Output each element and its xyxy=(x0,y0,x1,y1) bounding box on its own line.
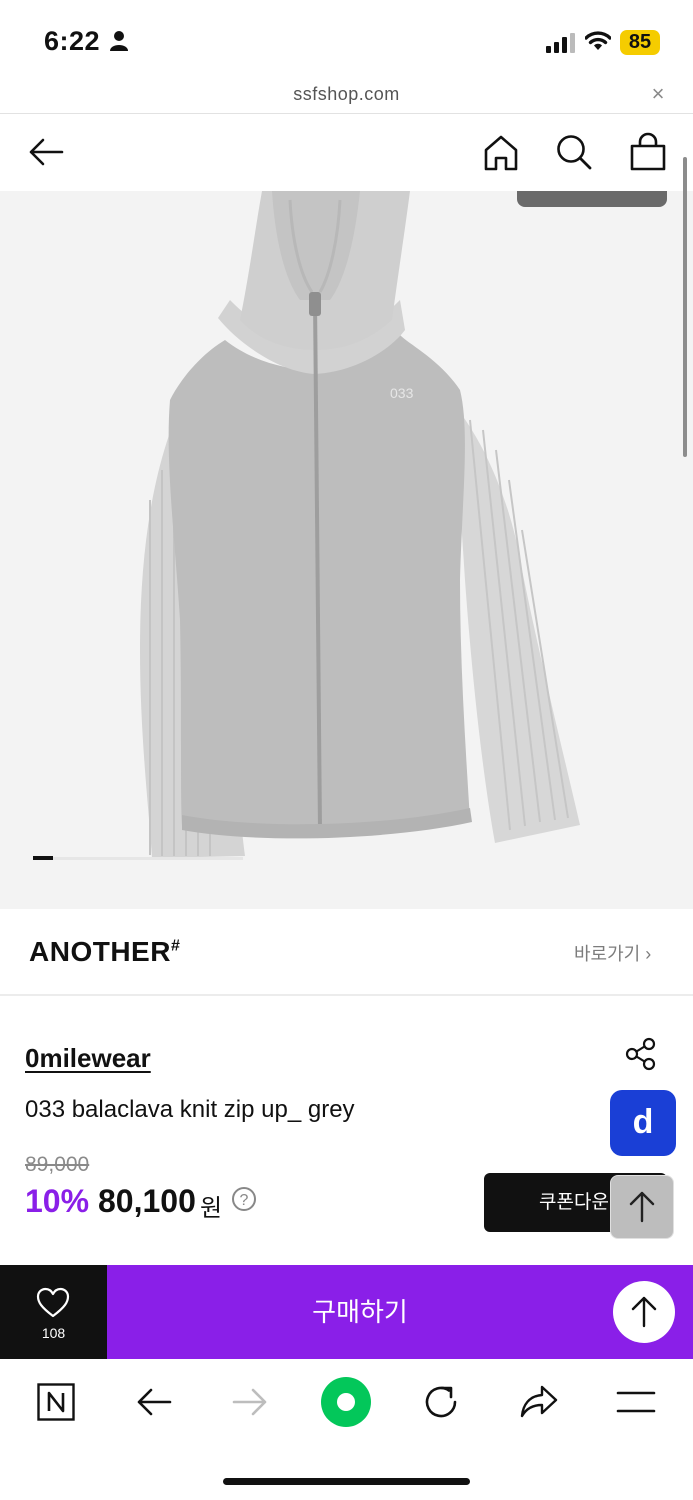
brand-logo[interactable]: ANOTHER# xyxy=(29,936,180,968)
back-icon[interactable] xyxy=(134,1383,174,1421)
brand-row[interactable]: ANOTHER# 바로가기 › xyxy=(0,909,693,996)
brand-go-link[interactable]: 바로가기 › xyxy=(574,940,651,966)
original-price: 89,000 xyxy=(25,1153,90,1176)
price-help-icon[interactable]: ? xyxy=(232,1187,256,1211)
browser-url-bar[interactable]: ssfshop.com × xyxy=(0,80,693,114)
sale-price: 80,100 xyxy=(98,1183,196,1219)
product-name: 033 balaclava knit zip up_ grey xyxy=(25,1096,355,1123)
back-arrow-icon[interactable] xyxy=(26,132,66,172)
naver-icon[interactable] xyxy=(37,1383,75,1421)
home-icon[interactable] xyxy=(481,133,521,173)
image-carousel-indicator xyxy=(33,857,243,860)
search-icon[interactable] xyxy=(554,133,594,173)
share-icon[interactable] xyxy=(623,1036,659,1072)
wifi-icon xyxy=(585,31,611,50)
embroidery-text: 033 xyxy=(390,385,414,401)
scroll-top-icon xyxy=(631,1296,657,1328)
menu-icon[interactable] xyxy=(615,1387,657,1417)
discount-rate: 10% xyxy=(25,1183,90,1219)
home-indicator xyxy=(223,1478,470,1485)
brand-logo-text: ANOTHER xyxy=(29,936,171,967)
brand-logo-mark: # xyxy=(170,937,181,955)
status-time: 6:22 xyxy=(44,26,101,56)
heart-icon xyxy=(36,1287,70,1318)
url-text[interactable]: ssfshop.com xyxy=(0,84,693,105)
share-arrow-icon[interactable] xyxy=(518,1383,560,1421)
image-carousel-indicator-active xyxy=(33,856,53,860)
scroll-top-small-button[interactable] xyxy=(610,1175,674,1239)
green-dot-icon[interactable] xyxy=(320,1376,372,1428)
d-badge-button[interactable]: d xyxy=(610,1090,676,1156)
close-icon[interactable]: × xyxy=(648,83,668,105)
currency-unit: 원 xyxy=(200,1195,223,1222)
signal-icon xyxy=(546,33,575,53)
reload-icon[interactable] xyxy=(422,1382,462,1422)
person-icon xyxy=(110,31,128,51)
forward-icon[interactable] xyxy=(230,1383,270,1421)
scroll-top-button[interactable] xyxy=(613,1281,675,1343)
grey-knit-zip-up-product-photo: 033 xyxy=(140,191,580,858)
buy-button[interactable]: 구매하기 xyxy=(107,1265,693,1359)
up-arrow-icon xyxy=(629,1191,655,1223)
wishlist-count: 108 xyxy=(41,1325,66,1341)
battery-icon: 85 xyxy=(620,30,660,55)
seller-name-link[interactable]: 0milewear xyxy=(25,1043,151,1074)
top-navigation xyxy=(0,114,693,191)
wishlist-button[interactable] xyxy=(0,1265,107,1359)
page-scrollbar[interactable] xyxy=(683,157,687,457)
product-image[interactable]: 033 xyxy=(0,191,693,909)
status-bar: 6:22 85 xyxy=(0,0,693,80)
image-overlay-tab[interactable] xyxy=(517,191,667,207)
shopping-bag-icon[interactable] xyxy=(628,132,668,172)
